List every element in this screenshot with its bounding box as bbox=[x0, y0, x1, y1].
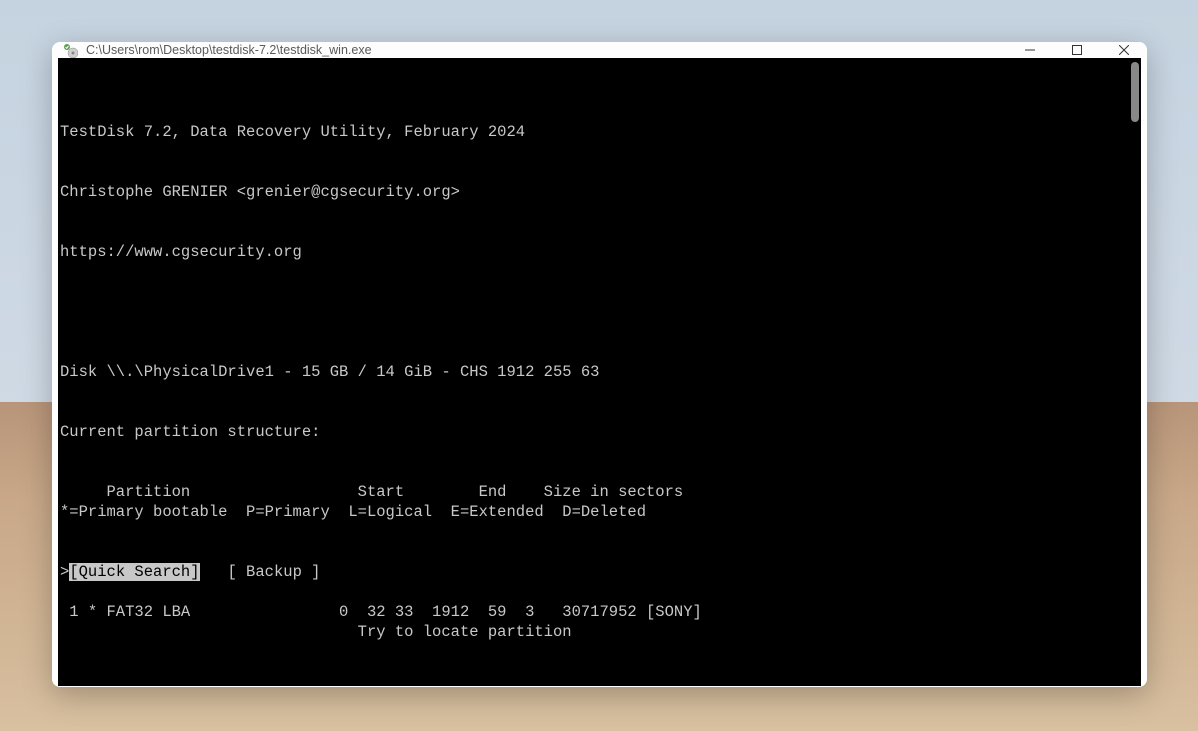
titlebar[interactable]: C:\Users\rom\Desktop\testdisk-7.2\testdi… bbox=[52, 42, 1147, 58]
window-title: C:\Users\rom\Desktop\testdisk-7.2\testdi… bbox=[86, 43, 1006, 57]
testdisk-app-icon bbox=[62, 42, 78, 58]
header-line-3: https://www.cgsecurity.org bbox=[60, 242, 1141, 262]
terminal-content[interactable]: TestDisk 7.2, Data Recovery Utility, Feb… bbox=[58, 58, 1141, 686]
menu-line: >[Quick Search] [ Backup ] bbox=[60, 562, 646, 582]
backup-option[interactable]: [ Backup ] bbox=[227, 563, 320, 581]
window-controls bbox=[1006, 42, 1147, 58]
minimize-button[interactable] bbox=[1006, 42, 1053, 58]
maximize-button[interactable] bbox=[1053, 42, 1100, 58]
header-line-1: TestDisk 7.2, Data Recovery Utility, Feb… bbox=[60, 122, 1141, 142]
quick-search-option[interactable]: [Quick Search] bbox=[69, 563, 199, 581]
structure-line: Current partition structure: bbox=[60, 422, 1141, 442]
blank-line bbox=[60, 302, 1141, 322]
hint-line: Try to locate partition bbox=[60, 622, 646, 642]
disk-info-line: Disk \\.\PhysicalDrive1 - 15 GB / 14 GiB… bbox=[60, 362, 1141, 382]
prompt-char: > bbox=[60, 563, 69, 581]
application-window: C:\Users\rom\Desktop\testdisk-7.2\testdi… bbox=[52, 42, 1147, 687]
header-line-2: Christophe GRENIER <grenier@cgsecurity.o… bbox=[60, 182, 1141, 202]
scrollbar-thumb[interactable] bbox=[1131, 62, 1139, 122]
legend-line: *=Primary bootable P=Primary L=Logical E… bbox=[60, 502, 646, 522]
close-button[interactable] bbox=[1100, 42, 1147, 58]
